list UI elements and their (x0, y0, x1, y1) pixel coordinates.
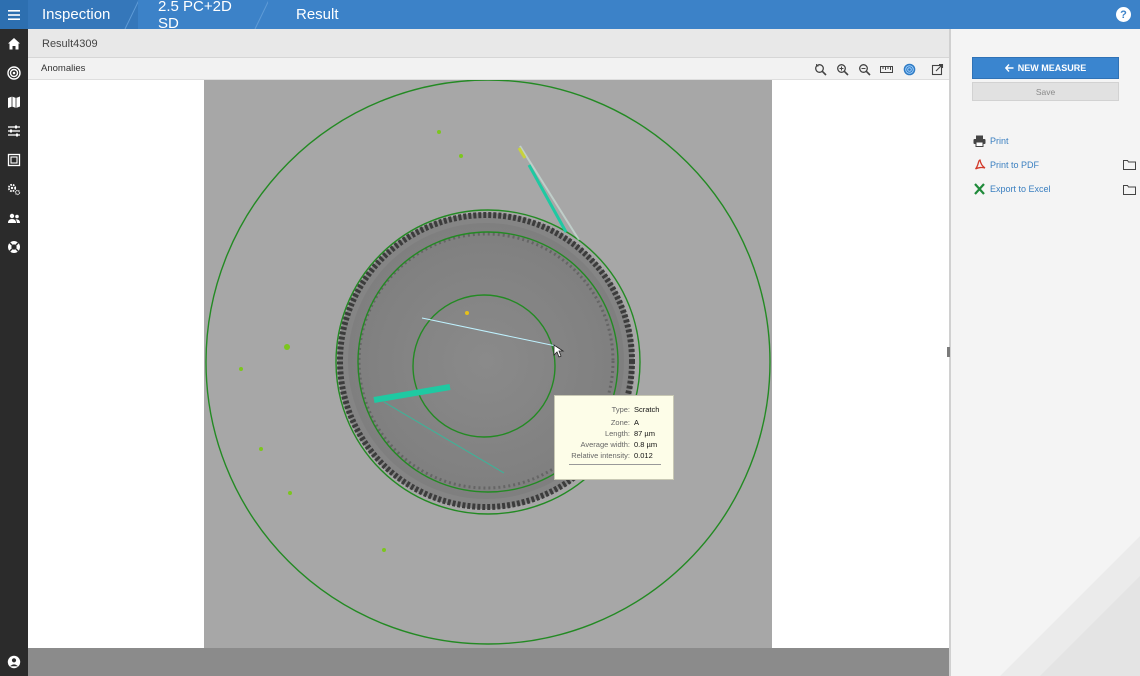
particle-mark (288, 491, 292, 495)
action-label: Print to PDF (990, 160, 1040, 170)
defect-tooltip: Type: Scratch Zone: A Length: 87 µm Aver… (554, 395, 674, 480)
action-label: Export to Excel (990, 184, 1051, 194)
breadcrumb: Inspection 2.5 PC+2D SD Result (28, 0, 365, 32)
sliders-icon[interactable] (0, 120, 28, 142)
tooltip-value: 87 µm (634, 429, 655, 438)
overlay-icon[interactable] (901, 61, 917, 77)
breadcrumb-label: Result (296, 6, 339, 23)
account-icon[interactable] (0, 651, 28, 673)
breadcrumb-label: 2.5 PC+2D SD (158, 0, 232, 32)
image-viewer[interactable]: Type: Scratch Zone: A Length: 87 µm Aver… (28, 80, 949, 648)
folder-icon[interactable] (1123, 184, 1136, 195)
view-toolbar: Anomalies (28, 58, 949, 80)
tooltip-row: Average width: 0.8 µm (555, 440, 675, 450)
particle-mark (465, 311, 469, 315)
section-label: Anomalies (41, 63, 86, 74)
ruler-icon[interactable] (878, 61, 894, 77)
tooltip-value: 0.8 µm (634, 440, 658, 449)
tooltip-key: Relative intensity: (571, 451, 630, 460)
tooltip-key: Zone: (610, 418, 630, 427)
zoom-reset-icon[interactable] (812, 61, 828, 77)
zoom-in-icon[interactable] (834, 61, 850, 77)
settings-icon[interactable] (0, 178, 28, 200)
splitter-handle[interactable] (947, 347, 950, 357)
map-icon[interactable] (0, 91, 28, 113)
hamburger-menu-icon[interactable] (0, 0, 28, 29)
fiber-end-face-image[interactable] (204, 80, 772, 648)
particle-mark (239, 367, 243, 371)
tooltip-key: Average width: (580, 440, 630, 449)
print-pdf-action[interactable]: Print to PDF (973, 158, 1039, 172)
tooltip-row: Length: 87 µm (555, 429, 675, 439)
printer-icon (973, 135, 986, 148)
particle-mark (259, 447, 263, 451)
tooltip-value: Scratch (634, 405, 660, 414)
new-measure-label: NEW MEASURE (1017, 63, 1087, 73)
particle-mark (459, 154, 463, 158)
tooltip-value: 0.012 (634, 451, 653, 460)
folder-icon[interactable] (1123, 159, 1136, 170)
breadcrumb-recipe[interactable]: 2.5 PC+2D SD (138, 0, 269, 32)
breadcrumb-result[interactable]: Result (268, 0, 365, 29)
main-content: Result4309 Anomalies Type: Scratch Zone:… (28, 29, 949, 676)
zoom-out-icon[interactable] (856, 61, 872, 77)
left-nav (0, 29, 28, 676)
tooltip-key: Type: (611, 405, 630, 414)
breadcrumb-separator (121, 0, 139, 29)
particle-mark (437, 130, 441, 134)
breadcrumb-label: Inspection (42, 6, 111, 23)
help-icon[interactable]: ? (1116, 7, 1131, 22)
status-strip (28, 648, 949, 676)
tooltip-value: A (634, 418, 640, 427)
tooltip-divider (569, 464, 661, 465)
action-label: Print (990, 136, 1009, 146)
excel-icon (973, 183, 986, 196)
print-action[interactable]: Print (973, 134, 1009, 148)
decorative-corner (1000, 536, 1140, 676)
tooltip-row: Type: Scratch (555, 405, 675, 415)
particle-mark (284, 344, 290, 350)
support-icon[interactable] (0, 236, 28, 258)
target-icon[interactable] (0, 62, 28, 84)
arrow-left-icon (1004, 64, 1014, 72)
top-bar: Inspection 2.5 PC+2D SD Result ? (0, 0, 1140, 32)
export-view-icon[interactable] (929, 61, 945, 77)
breadcrumb-separator (254, 0, 269, 29)
pdf-icon (973, 159, 986, 172)
particle-mark (382, 548, 386, 552)
page-title: Result4309 (42, 38, 98, 50)
new-measure-button[interactable]: NEW MEASURE (972, 57, 1119, 79)
tooltip-key: Length: (604, 429, 630, 438)
right-panel: NEW MEASURE Save Print Print to PDF Expo… (951, 29, 1140, 676)
gallery-icon[interactable] (0, 149, 28, 171)
tooltip-row: Relative intensity: 0.012 (555, 451, 675, 461)
tooltip-row: Zone: A (555, 418, 675, 428)
users-icon[interactable] (0, 207, 28, 229)
breadcrumb-inspection[interactable]: Inspection (28, 0, 139, 29)
home-icon[interactable] (0, 33, 28, 55)
export-excel-action[interactable]: Export to Excel (973, 182, 1051, 196)
fiber-overlay (204, 80, 772, 648)
save-button[interactable]: Save (972, 82, 1119, 101)
result-header: Result4309 (28, 29, 949, 58)
